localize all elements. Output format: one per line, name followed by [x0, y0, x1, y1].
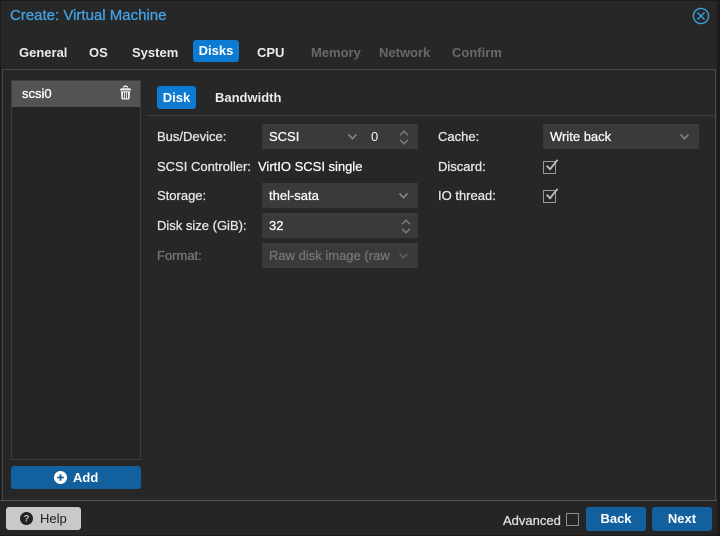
svg-text:?: ?: [24, 514, 30, 525]
